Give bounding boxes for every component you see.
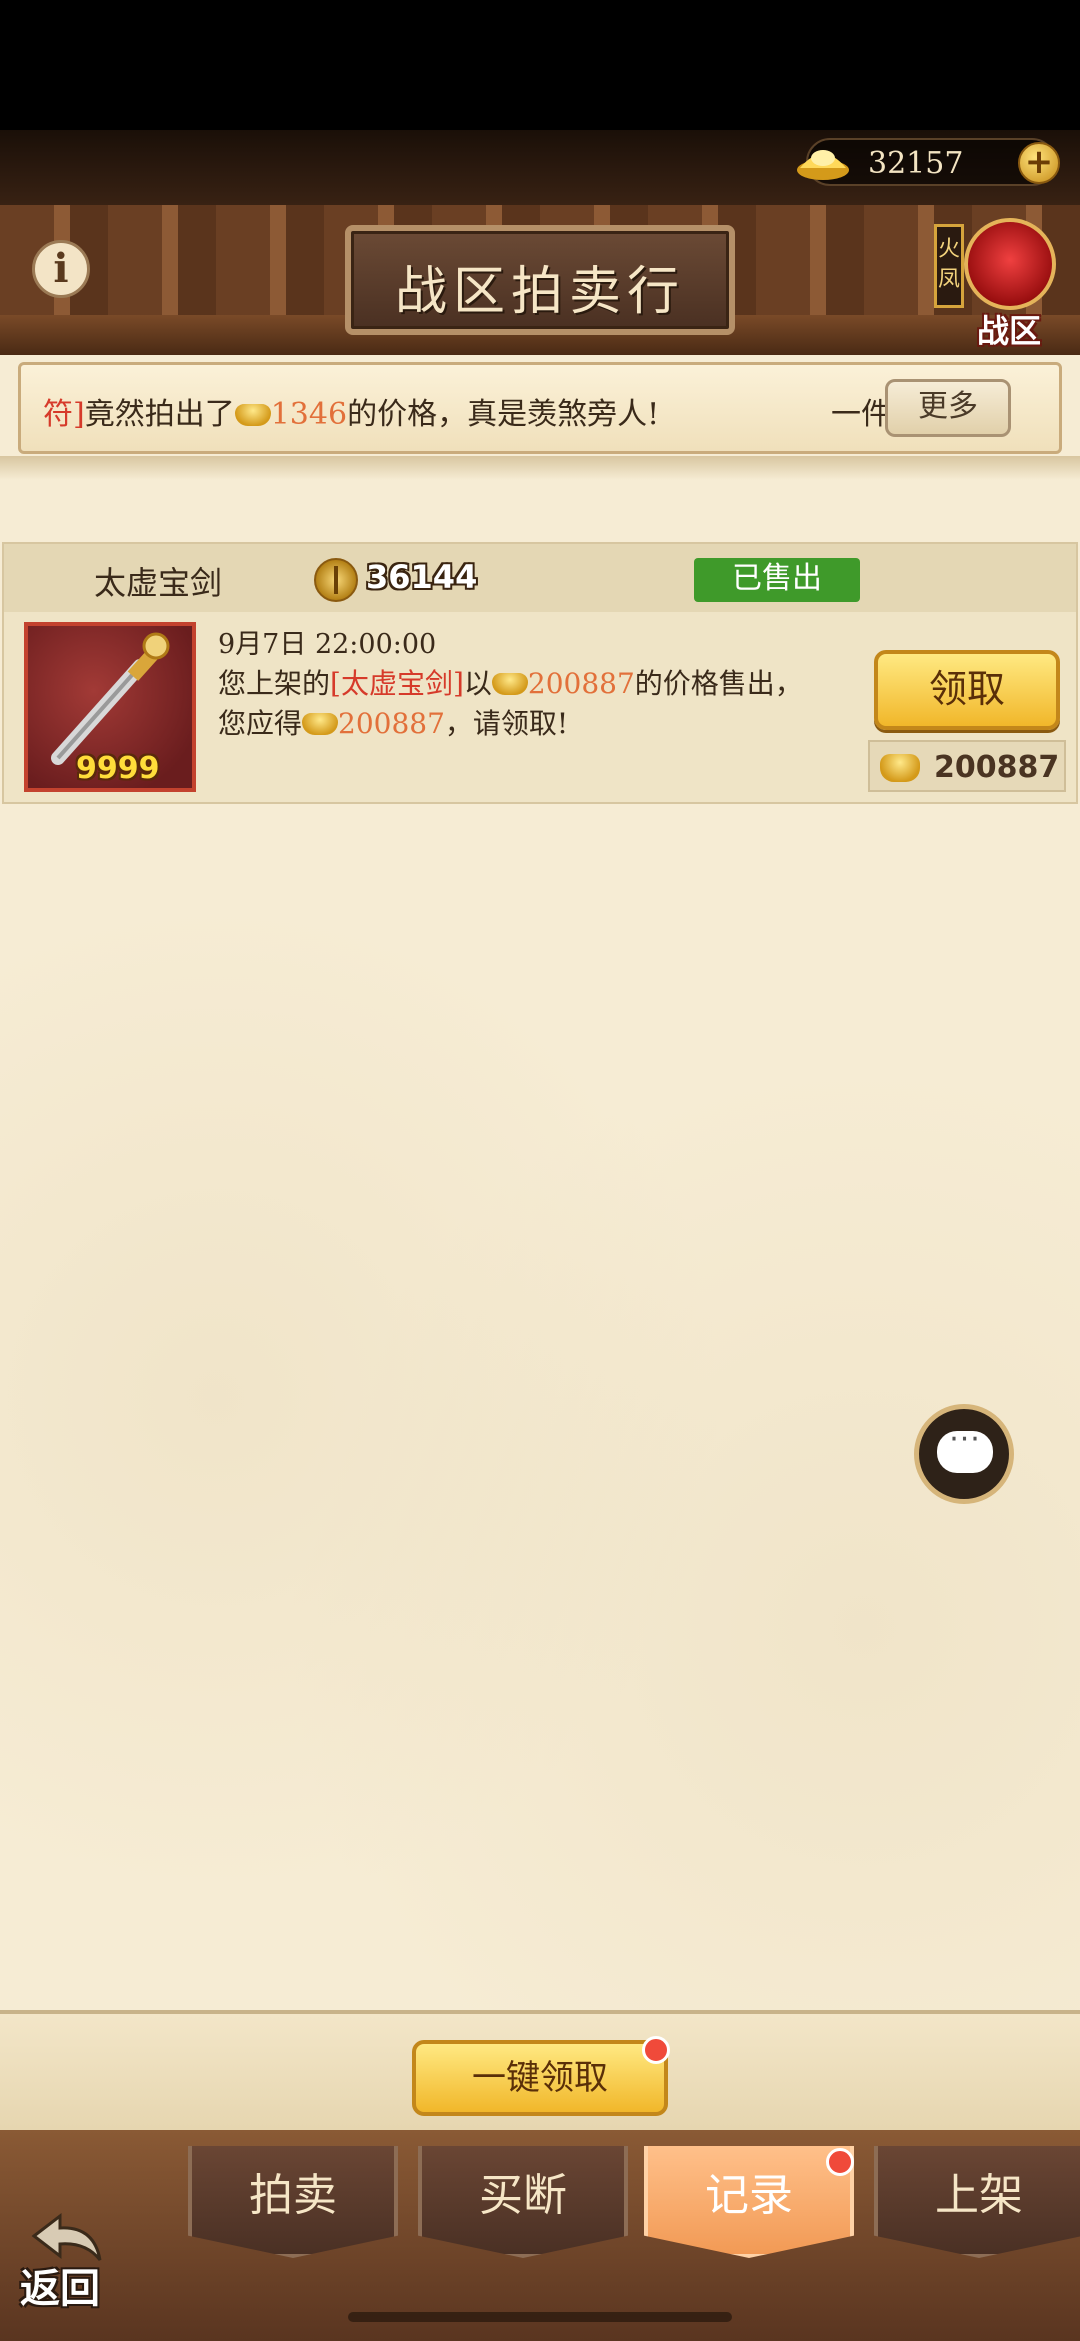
chat-button[interactable]: ··· xyxy=(914,1404,1014,1504)
back-button[interactable]: 返回 xyxy=(14,2200,124,2312)
listing-price: 36144 xyxy=(366,558,478,596)
gold-ingot-icon xyxy=(880,754,920,782)
reward-value: 200887 xyxy=(934,750,1060,785)
msg-text: ，请领取! xyxy=(444,707,569,740)
notification-dot xyxy=(826,2148,854,2176)
tab-records[interactable]: 记录 xyxy=(644,2146,854,2258)
add-currency-button[interactable]: + xyxy=(1018,142,1060,184)
claim-all-button[interactable]: 一键领取 xyxy=(412,2040,668,2116)
tab-auction[interactable]: 拍卖 xyxy=(188,2146,398,2258)
status-bar xyxy=(0,0,1080,130)
home-indicator xyxy=(348,2312,732,2322)
ticker-price: 1346 xyxy=(270,397,348,432)
gold-ingot-icon xyxy=(302,713,339,735)
ticker-item-fragment: 符] xyxy=(43,397,85,432)
currency-value: 32157 xyxy=(868,146,964,181)
claim-button[interactable]: 领取 xyxy=(874,650,1060,730)
divider xyxy=(0,456,1080,480)
server-selector[interactable]: 火凤 战区 xyxy=(934,218,1062,350)
tab-buyout[interactable]: 买断 xyxy=(418,2146,628,2258)
msg-text: 以 xyxy=(463,667,492,700)
gold-ingot-icon xyxy=(797,150,849,180)
currency-pill: 32157 + xyxy=(797,138,1060,186)
ticker-message-end: 的价格，真是羡煞旁人! xyxy=(347,397,660,432)
msg-price: 200887 xyxy=(338,707,445,740)
record-time: 9月7日 22:00:00 xyxy=(218,629,437,660)
msg-text: 您上架的 xyxy=(218,667,331,700)
notification-dot xyxy=(642,2036,670,2064)
gold-ingot-icon xyxy=(491,673,528,695)
msg-text: 的价格售出， xyxy=(634,667,803,700)
tab-list-item[interactable]: 上架 xyxy=(874,2146,1080,2258)
msg-item: [太虚宝剑] xyxy=(330,667,464,700)
server-label: 战区 xyxy=(976,312,1041,350)
gold-ingot-icon xyxy=(234,404,271,426)
record-message-line1: 您上架的[太虚宝剑]以 200887的价格售出， xyxy=(218,662,803,702)
sword-coin-icon xyxy=(314,558,358,602)
more-button[interactable]: 更多 xyxy=(885,379,1011,437)
item-thumbnail[interactable]: 9999 xyxy=(24,622,196,792)
page-title: 战区拍卖行 xyxy=(394,262,685,322)
ticker-message: 竟然拍出了 xyxy=(84,397,235,432)
title-plaque: 战区拍卖行 xyxy=(345,225,735,335)
reward-amount: 200887 xyxy=(868,740,1066,792)
record-header: 太虚宝剑 36144 已售出 xyxy=(4,544,1076,612)
item-name: 太虚宝剑 xyxy=(94,564,223,602)
record-message-line2: 您应得 200887，请领取! xyxy=(218,702,568,742)
item-count: 9999 xyxy=(76,751,160,786)
back-label: 返回 xyxy=(20,2265,100,2312)
ticker-text: 符]竟然拍出了 1346的价格，真是羡煞旁人! xyxy=(43,389,659,433)
record-card: 太虚宝剑 36144 已售出 9999 9月7日 22:00:00 您上架的[太… xyxy=(2,542,1078,804)
ticker-next-text: 一件 xyxy=(831,397,891,432)
msg-price: 200887 xyxy=(527,667,635,700)
msg-text: 您应得 xyxy=(218,707,303,740)
phoenix-emblem-icon xyxy=(964,218,1056,310)
info-button[interactable]: i xyxy=(32,240,90,298)
server-tag: 火凤 xyxy=(934,224,964,308)
status-badge: 已售出 xyxy=(694,558,860,602)
announcement-ticker: 符]竟然拍出了1346的价格，真是羡煞旁人! 一件[ 更多 xyxy=(18,362,1062,454)
chat-bubble-icon: ··· xyxy=(937,1425,993,1473)
